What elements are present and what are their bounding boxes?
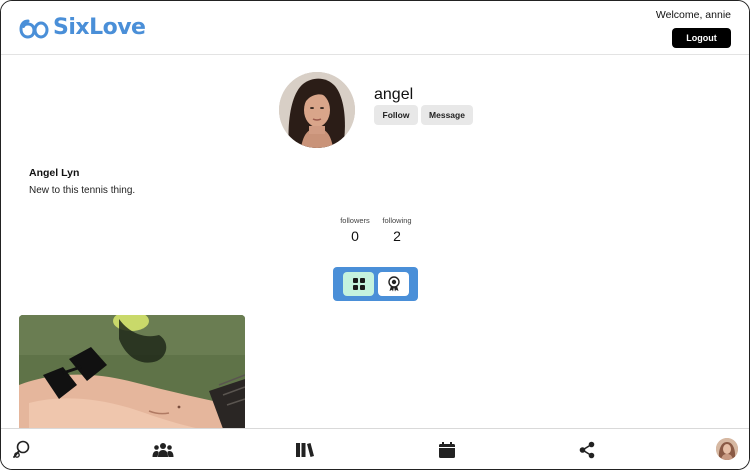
grid-icon [352, 278, 365, 290]
top-header: SixLove Welcome, annie Logout [1, 1, 749, 55]
followers-stat[interactable]: followers 0 [335, 216, 375, 244]
search-person-icon [13, 440, 30, 458]
community-icon [152, 443, 174, 457]
avatar-photo [279, 72, 355, 148]
app-window: SixLove Welcome, annie Logout angel Foll… [0, 0, 750, 470]
profile-full-name: Angel Lyn [29, 167, 80, 179]
logo[interactable]: SixLove [19, 15, 146, 40]
following-count: 2 [393, 228, 401, 244]
nav-search-players[interactable] [10, 438, 34, 462]
calendar-icon [439, 442, 455, 458]
profile-avatar-large [279, 72, 355, 148]
followers-count: 0 [351, 228, 359, 244]
follow-button[interactable]: Follow [374, 105, 418, 125]
profile-avatar[interactable] [716, 438, 738, 460]
message-button[interactable]: Message [421, 105, 473, 125]
bottom-nav [1, 428, 749, 469]
view-toggle [333, 267, 418, 301]
welcome-text: Welcome, annie [655, 9, 731, 21]
nav-share[interactable] [575, 438, 599, 462]
following-stat[interactable]: following 2 [378, 216, 416, 244]
logout-button[interactable]: Logout [672, 28, 731, 48]
profile-username: angel [374, 86, 414, 103]
following-label: following [382, 216, 412, 225]
nav-library[interactable] [293, 438, 317, 462]
logo-icon [19, 19, 49, 39]
followers-label: followers [340, 216, 370, 225]
logo-text: SixLove [53, 15, 146, 40]
post-thumbnail[interactable] [19, 315, 245, 445]
nav-community[interactable] [151, 438, 175, 462]
library-icon [296, 443, 314, 457]
profile-bio: New to this tennis thing. [29, 185, 136, 196]
award-icon [387, 276, 400, 292]
awards-view-button[interactable] [378, 272, 409, 296]
share-icon [579, 441, 595, 459]
post-photo [19, 315, 245, 445]
grid-view-button[interactable] [343, 272, 374, 296]
avatar-small-photo [716, 438, 738, 460]
nav-calendar[interactable] [435, 438, 459, 462]
